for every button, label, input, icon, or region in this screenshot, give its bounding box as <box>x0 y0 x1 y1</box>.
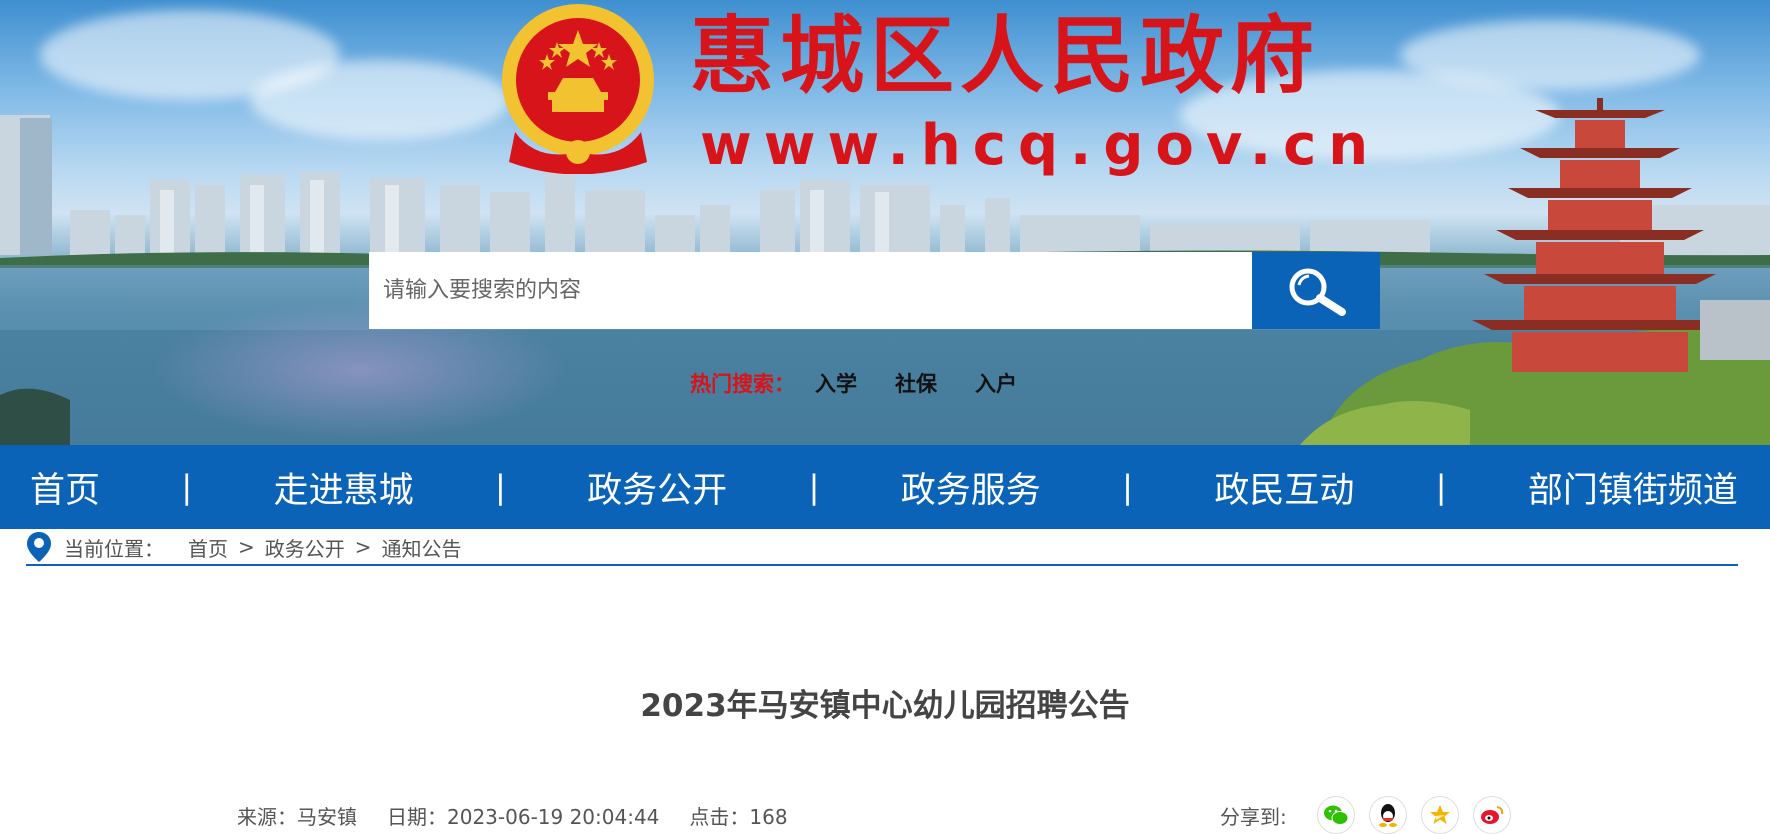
hot-search-label: 热门搜索： <box>690 372 795 396</box>
share-label: 分享到: <box>1220 804 1287 829</box>
nav-item-departments[interactable]: 部门镇街频道 <box>1528 462 1738 513</box>
nav-item-interaction[interactable]: 政民互动 <box>1214 462 1354 513</box>
breadcrumb-label: 当前位置： <box>64 536 164 561</box>
breadcrumb-separator: > <box>238 535 255 559</box>
wechat-icon[interactable] <box>1316 796 1355 834</box>
main-nav: 首页 | 走进惠城 | 政务公开 | 政务服务 | 政民互动 | 部门镇街频道 <box>0 445 1770 529</box>
qq-icon[interactable] <box>1368 796 1407 834</box>
hot-search-item[interactable]: 社保 <box>895 368 937 398</box>
location-pin-icon <box>27 532 51 562</box>
nav-item-gov-open[interactable]: 政务公开 <box>587 462 727 513</box>
search-input[interactable] <box>369 252 1252 329</box>
nav-separator: | <box>808 468 820 506</box>
article-clicks: 点击：168 <box>689 805 788 829</box>
nav-item-home[interactable]: 首页 <box>30 462 100 513</box>
hot-search-item[interactable]: 入户 <box>975 368 1017 398</box>
nav-separator: | <box>1122 468 1133 506</box>
nav-separator: | <box>1435 468 1447 506</box>
site-url: www.hcq.gov.cn <box>700 113 1381 178</box>
search-icon <box>1289 268 1346 316</box>
article-meta: 来源：马安镇 日期：2023-06-19 20:04:44 点击：168 <box>237 801 818 830</box>
article-source: 来源：马安镇 <box>237 805 357 829</box>
breadcrumb-gov-open[interactable]: 政务公开 <box>265 533 345 562</box>
nav-separator: | <box>181 468 193 506</box>
weibo-icon[interactable] <box>1472 796 1511 834</box>
qzone-icon[interactable] <box>1420 796 1459 834</box>
nav-item-about[interactable]: 走进惠城 <box>274 462 414 513</box>
site-title: 惠城区人民政府 <box>690 7 1321 105</box>
article-title: 2023年马安镇中心幼儿园招聘公告 <box>640 688 1130 724</box>
nav-item-gov-service[interactable]: 政务服务 <box>901 462 1041 513</box>
article-date: 日期：2023-06-19 20:04:44 <box>387 805 660 829</box>
breadcrumb-home[interactable]: 首页 <box>188 533 228 562</box>
national-emblem-icon <box>502 4 654 174</box>
search-button[interactable] <box>1252 252 1380 329</box>
nav-separator: | <box>494 468 506 506</box>
breadcrumb-notices[interactable]: 通知公告 <box>382 533 462 562</box>
hot-search: 热门搜索： 入学 社保 入户 <box>690 366 1055 400</box>
share-bar: 分享到: <box>1220 796 1525 834</box>
hot-search-item[interactable]: 入学 <box>815 368 857 398</box>
breadcrumb: 当前位置： 首页 > 政务公开 > 通知公告 <box>26 530 1738 566</box>
header-banner: 惠城区人民政府 www.hcq.gov.cn 热门搜索： 入学 社保 入户 <box>0 0 1770 445</box>
breadcrumb-separator: > <box>354 535 372 559</box>
